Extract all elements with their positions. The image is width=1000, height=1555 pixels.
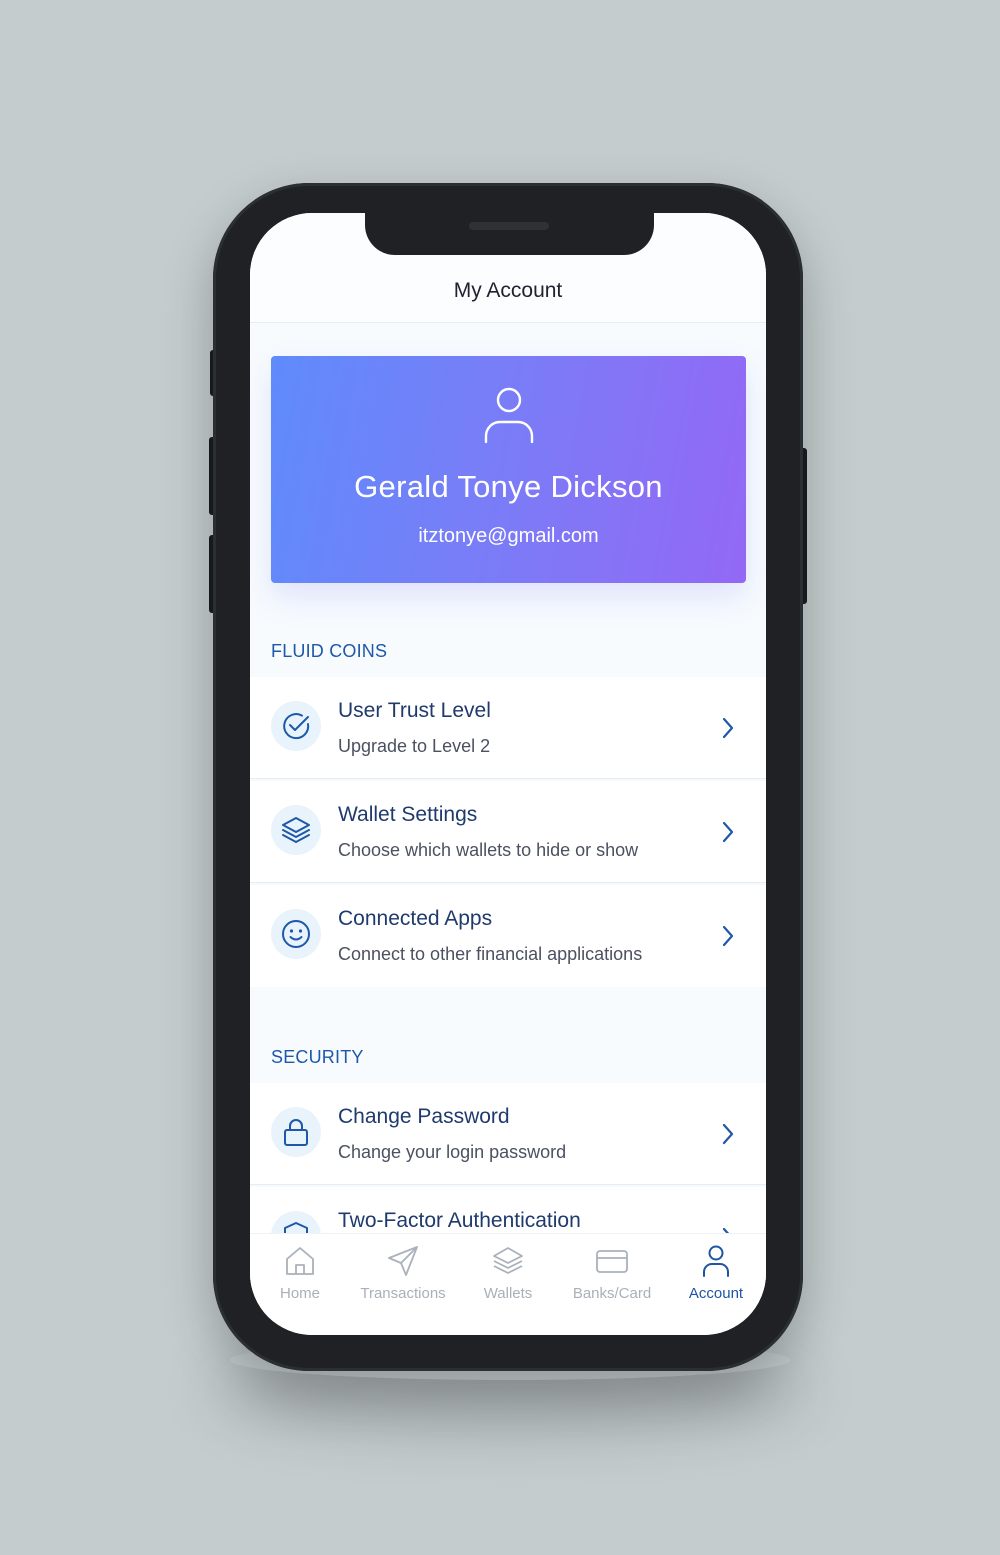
profile-email: itztonye@gmail.com [418, 525, 599, 547]
page-title: My Account [453, 279, 563, 302]
list-item-connected-apps[interactable]: Connected Apps Connect to other financia… [250, 885, 766, 987]
row-title: Two-Factor Authentication [338, 1209, 581, 1232]
bottom-tab-bar: Home Transactions Wallets Banks/Card Acc… [250, 1233, 766, 1335]
chevron-right-icon [722, 925, 734, 947]
speaker [469, 222, 549, 230]
tab-label: Transactions [360, 1285, 446, 1302]
section-label-fluid-coins: FLUID COINS [271, 641, 388, 661]
profile-name: Gerald Tonye Dickson [354, 469, 663, 504]
section-label-security: SECURITY [271, 1047, 364, 1067]
row-title: Change Password [338, 1105, 510, 1128]
tab-label: Home [279, 1285, 320, 1302]
tab-banks-card[interactable]: Banks/Card [562, 1244, 662, 1314]
smiley-icon [282, 920, 310, 948]
user-icon [703, 1245, 729, 1277]
row-subtitle: Change your login password [338, 1142, 567, 1162]
tab-label: Account [688, 1285, 744, 1302]
layers-icon [282, 817, 310, 843]
tab-wallets[interactable]: Wallets [458, 1244, 558, 1314]
home-icon [286, 1247, 314, 1275]
card-icon [596, 1250, 628, 1273]
row-icon-bg [271, 805, 321, 855]
profile-card: Gerald Tonye Dickson itztonye@gmail.com [271, 356, 746, 583]
tab-label: Wallets [483, 1285, 533, 1302]
check-circle-icon [283, 713, 310, 740]
row-icon-bg [271, 909, 321, 959]
mockup-stage: My Account Gerald Tonye Dickson itztonye… [0, 0, 1000, 1555]
row-icon-bg [271, 1107, 321, 1157]
user-icon [484, 387, 534, 444]
row-subtitle: Choose which wallets to hide or show [338, 840, 639, 860]
layers-icon [493, 1247, 523, 1274]
row-icon-bg [271, 701, 321, 751]
tab-transactions[interactable]: Transactions [353, 1244, 453, 1314]
list-item-change-password[interactable]: Change Password Change your login passwo… [250, 1083, 766, 1185]
tab-account[interactable]: Account [666, 1244, 766, 1314]
tab-home[interactable]: Home [250, 1244, 350, 1314]
row-title: Wallet Settings [338, 803, 478, 826]
row-title: User Trust Level [338, 699, 491, 722]
list-item-wallet-settings[interactable]: Wallet Settings Choose which wallets to … [250, 781, 766, 883]
row-subtitle: Upgrade to Level 2 [338, 736, 491, 756]
chevron-right-icon [722, 821, 734, 843]
notch [365, 213, 654, 255]
row-subtitle: Connect to other financial applications [338, 944, 643, 964]
chevron-right-icon [722, 717, 734, 739]
send-icon [388, 1246, 418, 1276]
row-title: Connected Apps [338, 907, 493, 930]
phone-screen: My Account Gerald Tonye Dickson itztonye… [250, 213, 766, 1335]
lock-icon [284, 1119, 308, 1146]
chevron-right-icon [722, 1123, 734, 1145]
tab-label: Banks/Card [572, 1285, 652, 1302]
list-item-user-trust-level[interactable]: User Trust Level Upgrade to Level 2 [250, 677, 766, 779]
